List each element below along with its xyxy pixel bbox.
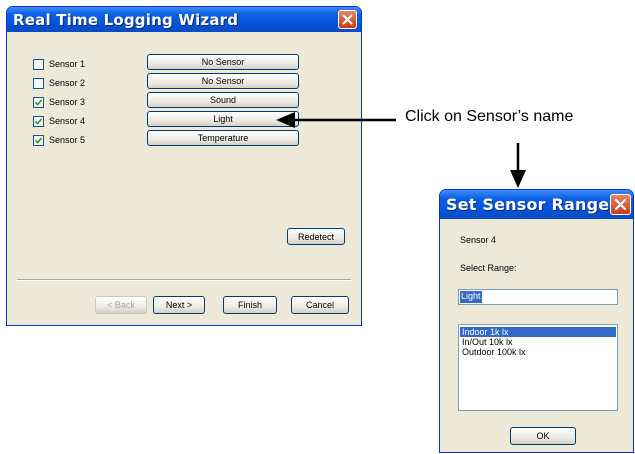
- sensor-3-label[interactable]: Sensor 3: [49, 97, 85, 107]
- footer-divider: [17, 279, 351, 281]
- range-option[interactable]: Indoor 1k lx: [460, 327, 616, 337]
- sensor-3-type-button[interactable]: Sound: [147, 92, 299, 108]
- sensor-5-type-button[interactable]: Temperature: [147, 130, 299, 146]
- sensor-1-type-button[interactable]: No Sensor: [147, 54, 299, 70]
- wizard-title: Real Time Logging Wizard: [13, 11, 239, 29]
- sensor-1-label[interactable]: Sensor 1: [49, 59, 85, 69]
- sensor-name-label: Sensor 4: [460, 235, 497, 245]
- wizard-window: Real Time Logging Wizard Sensor 1 No Sen…: [6, 6, 362, 326]
- set-range-title: Set Sensor Range: [446, 195, 610, 214]
- sensor-4-checkbox[interactable]: [33, 116, 44, 127]
- sensor-4-label[interactable]: Sensor 4: [49, 116, 85, 126]
- wizard-close-button[interactable]: [338, 10, 357, 29]
- set-range-title-bar[interactable]: Set Sensor Range: [440, 190, 633, 219]
- cancel-button[interactable]: Cancel: [291, 296, 349, 314]
- close-icon: [614, 198, 627, 211]
- range-options-list[interactable]: Indoor 1k lx In/Out 10k lx Outdoor 100k …: [458, 324, 618, 411]
- checkmark-icon: [34, 137, 43, 144]
- sensor-3-checkbox[interactable]: [33, 97, 44, 108]
- sensor-1-checkbox[interactable]: [33, 59, 44, 70]
- set-range-close-button[interactable]: [610, 194, 631, 215]
- set-range-window: Set Sensor Range Sensor 4 Select Range: …: [439, 189, 634, 453]
- finish-button[interactable]: Finish: [223, 296, 277, 314]
- checkmark-icon: [34, 99, 43, 106]
- next-button[interactable]: Next >: [153, 296, 205, 314]
- callout-label: Click on Sensor’s name: [405, 108, 574, 125]
- close-icon: [342, 14, 353, 25]
- back-button[interactable]: < Back: [95, 296, 147, 314]
- range-name-field[interactable]: Light: [458, 289, 618, 305]
- sensor-2-checkbox[interactable]: [33, 78, 44, 89]
- wizard-title-bar[interactable]: Real Time Logging Wizard: [7, 7, 361, 32]
- sensor-2-label[interactable]: Sensor 2: [49, 78, 85, 88]
- sensor-4-type-button[interactable]: Light: [147, 111, 299, 127]
- ok-button[interactable]: OK: [510, 427, 576, 445]
- sensor-5-checkbox[interactable]: [33, 135, 44, 146]
- range-option[interactable]: Outdoor 100k lx: [460, 347, 616, 357]
- sensor-5-label[interactable]: Sensor 5: [49, 135, 85, 145]
- sensor-2-type-button[interactable]: No Sensor: [147, 73, 299, 89]
- range-option[interactable]: In/Out 10k lx: [460, 337, 616, 347]
- range-name-value: Light: [460, 291, 482, 303]
- checkmark-icon: [34, 118, 43, 125]
- redetect-button[interactable]: Redetect: [287, 228, 345, 245]
- select-range-label: Select Range:: [460, 263, 517, 273]
